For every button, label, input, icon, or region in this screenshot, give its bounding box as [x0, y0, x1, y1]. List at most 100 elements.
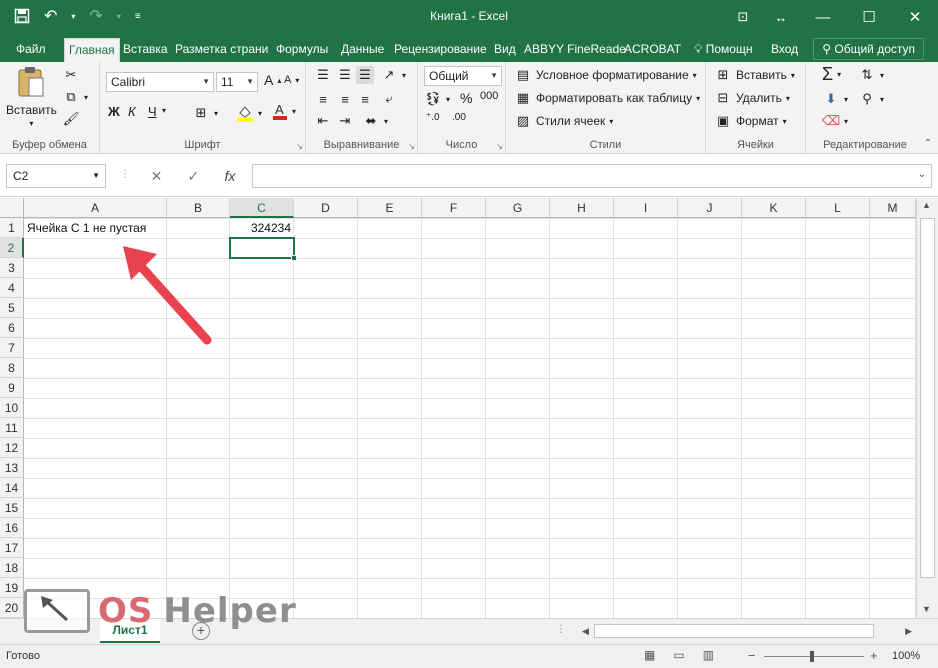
collapse-ribbon-icon[interactable]: ⌃ [924, 138, 932, 149]
row-header-10[interactable]: 10 [0, 398, 24, 418]
row-header-8[interactable]: 8 [0, 358, 24, 378]
tab-abbyy[interactable]: ABBYY FineReade [520, 38, 630, 62]
restore-size-icon[interactable]: ↔ [762, 0, 800, 34]
sort-filter-icon[interactable]: ⇅ ▾ [858, 66, 884, 84]
page-break-view-icon[interactable]: ▥ [703, 648, 714, 662]
column-header-F[interactable]: F [422, 198, 486, 218]
add-sheet-icon[interactable]: + [192, 622, 210, 640]
zoom-slider[interactable] [764, 651, 864, 662]
row-header-15[interactable]: 15 [0, 498, 24, 518]
cell-area[interactable]: Ячейка С 1 не пустая 324234 [24, 218, 916, 618]
sheet-tab-1[interactable]: Лист1 [100, 619, 160, 643]
cancel-entry-icon[interactable]: ✕ [151, 168, 163, 185]
format-cells-button[interactable]: ▣ Формат ▾ [714, 112, 787, 130]
decrease-font-icon[interactable]: A ▾ [284, 74, 299, 86]
fill-color-icon[interactable]: ▾ [236, 104, 262, 122]
conditional-formatting-button[interactable]: ▤ Условное форматирование ▾ [514, 66, 697, 84]
align-right-icon[interactable]: ≡ [356, 90, 374, 108]
scroll-up-icon[interactable]: ▲ [922, 200, 931, 210]
column-header-K[interactable]: K [742, 198, 806, 218]
column-header-B[interactable]: B [167, 198, 230, 218]
page-layout-view-icon[interactable]: ▭ [673, 648, 684, 662]
horizontal-scroll-thumb[interactable] [594, 624, 874, 638]
increase-decimal-icon[interactable]: ⁺.0 [426, 112, 440, 123]
orientation-icon[interactable]: ↗ ▾ [380, 66, 406, 84]
tab-view[interactable]: Вид [490, 38, 520, 62]
paste-button[interactable]: Вставить ▾ [6, 66, 57, 128]
align-left-icon[interactable]: ≡ [314, 90, 332, 108]
zoom-slider-knob[interactable] [810, 651, 814, 662]
tab-acrobat[interactable]: ACROBAT [620, 38, 685, 62]
zoom-in-button[interactable]: + [870, 648, 878, 663]
wrap-text-icon[interactable]: ⤶ [380, 90, 398, 108]
minimize-button[interactable]: — [800, 0, 846, 34]
row-header-7[interactable]: 7 [0, 338, 24, 358]
column-header-C[interactable]: C [230, 198, 294, 218]
row-header-16[interactable]: 16 [0, 518, 24, 538]
tab-sign-in[interactable]: Вход [767, 38, 802, 62]
expand-formula-bar-icon[interactable]: ⌄ [918, 169, 926, 180]
comma-style-icon[interactable]: 000 [480, 90, 498, 102]
row-header-19[interactable]: 19 [0, 578, 24, 598]
close-button[interactable]: ✕ [892, 0, 938, 34]
borders-icon[interactable]: ⊞ ▾ [192, 104, 218, 122]
row-header-20[interactable]: 20 [0, 598, 24, 618]
column-header-E[interactable]: E [358, 198, 422, 218]
normal-view-icon[interactable]: ▦ [644, 648, 655, 662]
align-center-icon[interactable]: ≡ [336, 90, 354, 108]
share-button[interactable]: ⚲ Общий доступ [813, 38, 924, 60]
bold-button[interactable]: Ж [108, 104, 120, 119]
row-header-6[interactable]: 6 [0, 318, 24, 338]
format-painter-icon[interactable]: 🖌︎ [62, 110, 80, 128]
column-header-A[interactable]: A [24, 198, 167, 218]
number-dialog-launcher-icon[interactable]: ↘ [496, 142, 503, 151]
row-header-18[interactable]: 18 [0, 558, 24, 578]
fill-icon[interactable]: ⬇ ▾ [822, 90, 848, 108]
underline-button[interactable]: Ч [148, 104, 157, 119]
scroll-left-icon[interactable]: ◀ [582, 624, 589, 638]
horizontal-scrollbar[interactable]: ◀ ▶ [578, 624, 916, 639]
row-header-3[interactable]: 3 [0, 258, 24, 278]
scroll-down-icon[interactable]: ▼ [922, 604, 931, 614]
column-header-D[interactable]: D [294, 198, 358, 218]
font-color-icon[interactable]: A ▾ [272, 102, 296, 120]
tab-data[interactable]: Данные [337, 38, 388, 62]
row-header-5[interactable]: 5 [0, 298, 24, 318]
cell-A1[interactable]: Ячейка С 1 не пустая [24, 218, 167, 238]
decrease-decimal-icon[interactable]: .00 [452, 112, 466, 123]
vertical-scroll-thumb[interactable] [920, 218, 935, 578]
column-header-I[interactable]: I [614, 198, 678, 218]
font-size-select[interactable]: 11 ▼ [216, 72, 258, 92]
accounting-format-icon[interactable]: 💱︎ ▾ [424, 90, 450, 108]
maximize-button[interactable]: ☐ [846, 0, 892, 34]
tab-page-layout[interactable]: Разметка страни [171, 38, 272, 62]
format-as-table-button[interactable]: ▦ Форматировать как таблицу ▾ [514, 89, 700, 107]
row-header-4[interactable]: 4 [0, 278, 24, 298]
row-header-13[interactable]: 13 [0, 458, 24, 478]
scroll-right-icon[interactable]: ▶ [905, 624, 912, 638]
fill-handle[interactable] [291, 255, 297, 261]
find-select-icon[interactable]: ⚲ ▾ [858, 90, 884, 108]
number-format-select[interactable]: Общий ▼ [424, 66, 502, 86]
cell-C1[interactable]: 324234 [230, 218, 294, 238]
zoom-level[interactable]: 100% [892, 650, 920, 662]
active-cell-C2[interactable] [229, 237, 297, 261]
row-header-2[interactable]: 2 [0, 238, 24, 258]
vertical-scrollbar[interactable]: ▲ ▼ [916, 198, 938, 618]
increase-indent-icon[interactable]: ⇥ [336, 112, 354, 130]
row-header-14[interactable]: 14 [0, 478, 24, 498]
insert-cells-button[interactable]: ⊞ Вставить ▾ [714, 66, 795, 84]
percent-icon[interactable]: % [460, 90, 472, 106]
column-header-M[interactable]: M [870, 198, 916, 218]
decrease-indent-icon[interactable]: ⇤ [314, 112, 332, 130]
copy-icon[interactable]: ⧉ ▾ [62, 88, 88, 106]
delete-cells-button[interactable]: ⊟ Удалить ▾ [714, 89, 790, 107]
formula-input[interactable]: ⌄ [252, 164, 932, 188]
row-header-1[interactable]: 1 [0, 218, 24, 238]
tab-insert[interactable]: Вставка [119, 38, 172, 62]
row-header-11[interactable]: 11 [0, 418, 24, 438]
align-bottom-icon[interactable]: ☰ [356, 66, 374, 84]
cell-styles-button[interactable]: ▨ Стили ячеек ▾ [514, 112, 613, 130]
row-header-9[interactable]: 9 [0, 378, 24, 398]
column-header-L[interactable]: L [806, 198, 870, 218]
